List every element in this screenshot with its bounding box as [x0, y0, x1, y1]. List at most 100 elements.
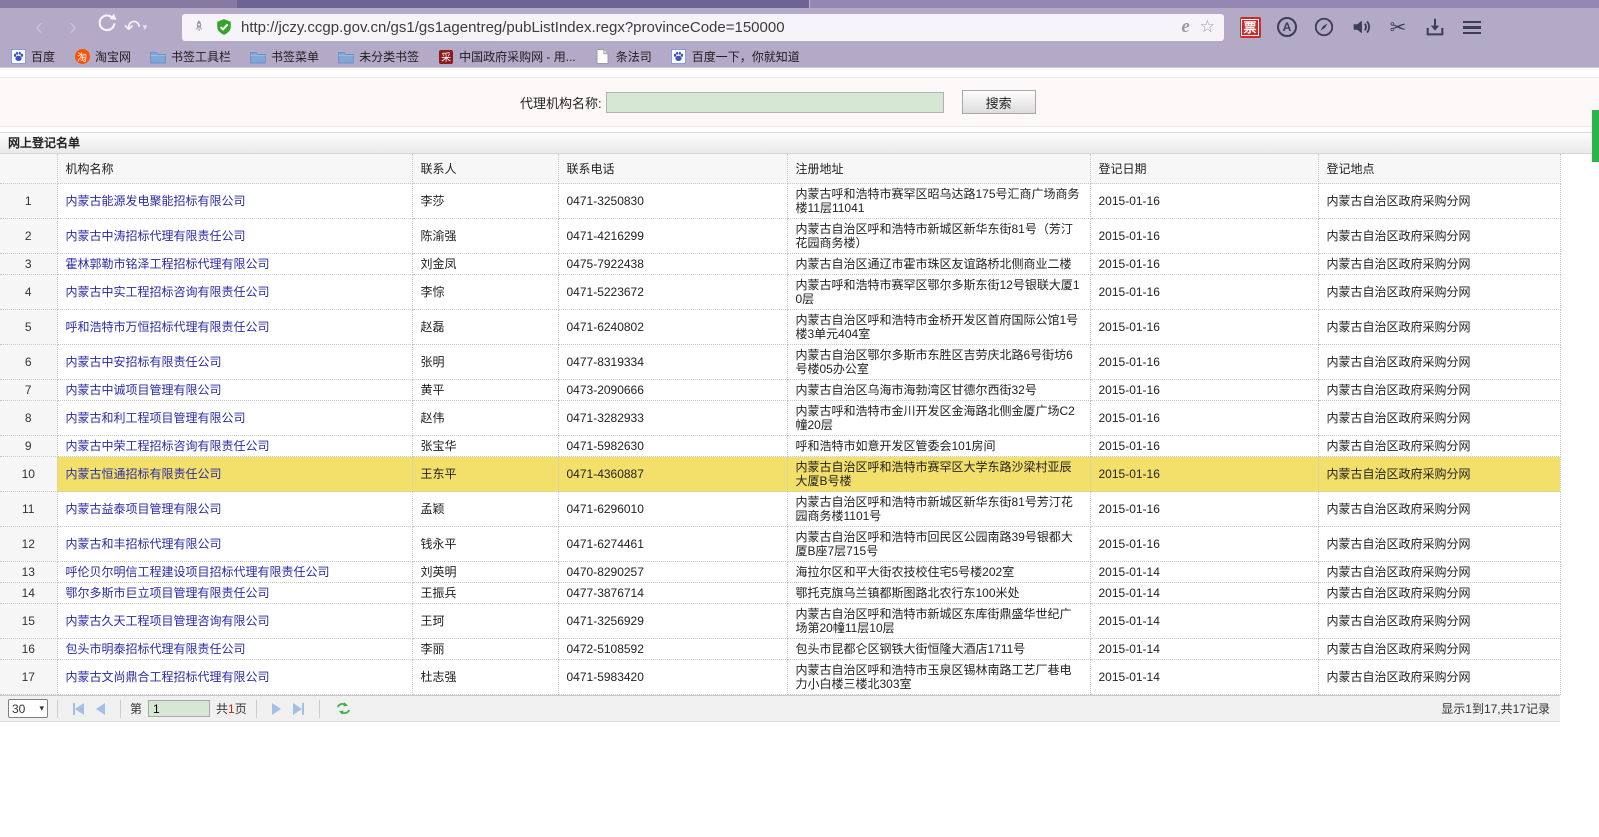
- location-cell: 内蒙古自治区政府采购分网: [1318, 184, 1560, 219]
- compass-icon[interactable]: [1312, 15, 1336, 39]
- column-header: 联系人: [412, 154, 558, 184]
- org-name-cell: 霍林郭勒市铭泽工程招标代理有限公司: [57, 254, 412, 275]
- download-icon[interactable]: [1423, 15, 1447, 39]
- org-name-link[interactable]: 内蒙古中安招标有限责任公司: [66, 355, 222, 369]
- table-header-row: 机构名称联系人联系电话注册地址登记日期登记地点: [0, 154, 1560, 184]
- org-name-link[interactable]: 内蒙古能源发电聚能招标有限公司: [66, 194, 246, 208]
- back-button[interactable]: ‹: [22, 12, 56, 42]
- contact-cell: 王珂: [412, 604, 558, 639]
- table-row[interactable]: 16 包头市明泰招标代理有限责任公司 李丽 0472-5108592 包头市昆都…: [0, 639, 1560, 660]
- org-name-link[interactable]: 霍林郭勒市铭泽工程招标代理有限公司: [66, 257, 270, 271]
- address-cell: 内蒙古自治区呼和浩特市新城区东库街鼎盛华世纪广场第20幢11层10层: [787, 604, 1090, 639]
- favorite-star-icon[interactable]: [1200, 17, 1215, 37]
- bookmark-item[interactable]: 书签工具栏: [150, 48, 231, 65]
- agency-name-label: 代理机构名称:: [520, 93, 602, 112]
- page-size-select[interactable]: 30: [8, 699, 48, 718]
- date-cell: 2015-01-14: [1090, 660, 1318, 695]
- scrollbar-thumb[interactable]: [1592, 110, 1599, 162]
- table-row[interactable]: 2 内蒙古中涛招标代理有限责任公司 陈渝强 0471-4216299 内蒙古自治…: [0, 219, 1560, 254]
- table-row[interactable]: 13 呼伦贝尔明信工程建设项目招标代理有限责任公司 刘英明 0470-82902…: [0, 562, 1560, 583]
- menu-hamburger-icon[interactable]: [1460, 15, 1484, 39]
- reload-grid-button[interactable]: [335, 700, 352, 717]
- next-page-button[interactable]: [272, 703, 281, 715]
- active-tab-sliver[interactable]: [237, 0, 810, 8]
- phone-cell: 0471-4360887: [558, 457, 787, 492]
- security-shield-icon[interactable]: [215, 18, 233, 36]
- location-cell: 内蒙古自治区政府采购分网: [1318, 562, 1560, 583]
- table-row[interactable]: 1 内蒙古能源发电聚能招标有限公司 李莎 0471-3250830 内蒙古呼和浩…: [0, 184, 1560, 219]
- contact-cell: 张宝华: [412, 436, 558, 457]
- bookmark-item[interactable]: 条法司: [595, 48, 652, 65]
- org-name-link[interactable]: 呼伦贝尔明信工程建设项目招标代理有限责任公司: [66, 565, 330, 579]
- org-name-link[interactable]: 包头市明泰招标代理有限责任公司: [66, 642, 246, 656]
- org-name-link[interactable]: 内蒙古中涛招标代理有限责任公司: [66, 229, 246, 243]
- table-row[interactable]: 5 呼和浩特市万恒招标代理有限责任公司 赵磊 0471-6240802 内蒙古自…: [0, 310, 1560, 345]
- bookmark-item[interactable]: 书签菜单: [250, 48, 319, 65]
- adblock-icon[interactable]: [1275, 15, 1299, 39]
- table-row[interactable]: 3 霍林郭勒市铭泽工程招标代理有限公司 刘金凤 0475-7922438 内蒙古…: [0, 254, 1560, 275]
- org-name-link[interactable]: 内蒙古中荣工程招标咨询有限责任公司: [66, 439, 270, 453]
- column-header: 登记日期: [1090, 154, 1318, 184]
- phone-cell: 0477-8319334: [558, 345, 787, 380]
- ticket-extension-icon[interactable]: [1238, 15, 1262, 39]
- undo-button[interactable]: ↶: [124, 15, 168, 40]
- org-name-link[interactable]: 内蒙古益泰项目管理有限公司: [66, 502, 222, 516]
- table-row[interactable]: 6 内蒙古中安招标有限责任公司 张明 0477-8319334 内蒙古自治区鄂尔…: [0, 345, 1560, 380]
- agency-name-input[interactable]: [606, 92, 944, 113]
- table-row[interactable]: 11 内蒙古益泰项目管理有限公司 孟颖 0471-6296010 内蒙古自治区呼…: [0, 492, 1560, 527]
- date-cell: 2015-01-16: [1090, 380, 1318, 401]
- bookmark-item[interactable]: 中国政府采购网 - 用...: [438, 48, 576, 65]
- table-row[interactable]: 14 鄂尔多斯市巨立项目管理有限责任公司 王振兵 0477-3876714 鄂托…: [0, 583, 1560, 604]
- phone-cell: 0471-5982630: [558, 436, 787, 457]
- first-page-button[interactable]: [73, 703, 84, 715]
- address-cell: 内蒙古自治区乌海市海勃湾区甘德尔西街32号: [787, 380, 1090, 401]
- org-name-link[interactable]: 内蒙古和丰招标代理有限公司: [66, 537, 222, 551]
- org-name-link[interactable]: 呼和浩特市万恒招标代理有限责任公司: [66, 320, 270, 334]
- bookmark-item[interactable]: 未分类书签: [338, 48, 419, 65]
- folder-icon: [338, 49, 354, 65]
- org-name-link[interactable]: 内蒙古中实工程招标咨询有限责任公司: [66, 285, 270, 299]
- row-number: 15: [0, 604, 57, 639]
- bookmark-item[interactable]: 百度一下，你就知道: [671, 48, 800, 65]
- total-pages-label: 共1页: [216, 700, 247, 717]
- search-button[interactable]: 搜索: [962, 90, 1036, 114]
- browser-toolbar: ‹ › ↶ http://jczy.ccgp.gov.cn/gs1/gs1age…: [0, 8, 1599, 46]
- location-cell: 内蒙古自治区政府采购分网: [1318, 457, 1560, 492]
- table-row[interactable]: 17 内蒙古文尚鼎合工程招标代理有限公司 杜志强 0471-5983420 内蒙…: [0, 660, 1560, 695]
- table-row[interactable]: 8 内蒙古和利工程项目管理有限公司 赵伟 0471-3282933 内蒙古呼和浩…: [0, 401, 1560, 436]
- row-number: 8: [0, 401, 57, 436]
- prev-page-button[interactable]: [96, 703, 105, 715]
- org-name-link[interactable]: 鄂尔多斯市巨立项目管理有限责任公司: [66, 586, 270, 600]
- location-cell: 内蒙古自治区政府采购分网: [1318, 583, 1560, 604]
- snip-scissors-icon[interactable]: [1386, 15, 1410, 39]
- bookmark-item[interactable]: 淘宝网: [74, 48, 131, 65]
- undo-dropdown-caret[interactable]: [143, 22, 148, 33]
- bookmark-item[interactable]: 百度: [10, 48, 55, 65]
- ie-compat-icon[interactable]: e: [1181, 16, 1189, 38]
- org-name-link[interactable]: 内蒙古久天工程项目管理咨询有限公司: [66, 614, 270, 628]
- current-page-input[interactable]: [148, 700, 210, 717]
- address-bar[interactable]: http://jczy.ccgp.gov.cn/gs1/gs1agentreg/…: [182, 14, 1224, 41]
- mute-speaker-icon[interactable]: [1349, 15, 1373, 39]
- org-name-link[interactable]: 内蒙古恒通招标有限责任公司: [66, 467, 222, 481]
- org-name-link[interactable]: 内蒙古和利工程项目管理有限公司: [66, 411, 246, 425]
- date-cell: 2015-01-16: [1090, 436, 1318, 457]
- last-page-button[interactable]: [293, 703, 304, 715]
- boost-rocket-icon[interactable]: [191, 19, 207, 35]
- baidu-icon: [10, 49, 26, 65]
- table-row[interactable]: 15 内蒙古久天工程项目管理咨询有限公司 王珂 0471-3256929 内蒙古…: [0, 604, 1560, 639]
- url-text[interactable]: http://jczy.ccgp.gov.cn/gs1/gs1agentreg/…: [241, 19, 1181, 36]
- table-row[interactable]: 9 内蒙古中荣工程招标咨询有限责任公司 张宝华 0471-5982630 呼和浩…: [0, 436, 1560, 457]
- date-cell: 2015-01-14: [1090, 562, 1318, 583]
- org-name-link[interactable]: 内蒙古中诚项目管理有限公司: [66, 383, 222, 397]
- bookmark-label: 百度一下，你就知道: [692, 48, 800, 65]
- refresh-button[interactable]: [90, 12, 124, 42]
- table-row[interactable]: 4 内蒙古中实工程招标咨询有限责任公司 李悰 0471-5223672 内蒙古呼…: [0, 275, 1560, 310]
- address-cell: 内蒙古呼和浩特市金川开发区金海路北侧金厦广场C2幢20层: [787, 401, 1090, 436]
- table-row[interactable]: 7 内蒙古中诚项目管理有限公司 黄平 0473-2090666 内蒙古自治区乌海…: [0, 380, 1560, 401]
- org-name-cell: 内蒙古中涛招标代理有限责任公司: [57, 219, 412, 254]
- org-name-link[interactable]: 内蒙古文尚鼎合工程招标代理有限公司: [66, 670, 270, 684]
- forward-button[interactable]: ›: [56, 12, 90, 42]
- table-row[interactable]: 12 内蒙古和丰招标代理有限公司 钱永平 0471-6274461 内蒙古自治区…: [0, 527, 1560, 562]
- table-row[interactable]: 10 内蒙古恒通招标有限责任公司 王东平 0471-4360887 内蒙古自治区…: [0, 457, 1560, 492]
